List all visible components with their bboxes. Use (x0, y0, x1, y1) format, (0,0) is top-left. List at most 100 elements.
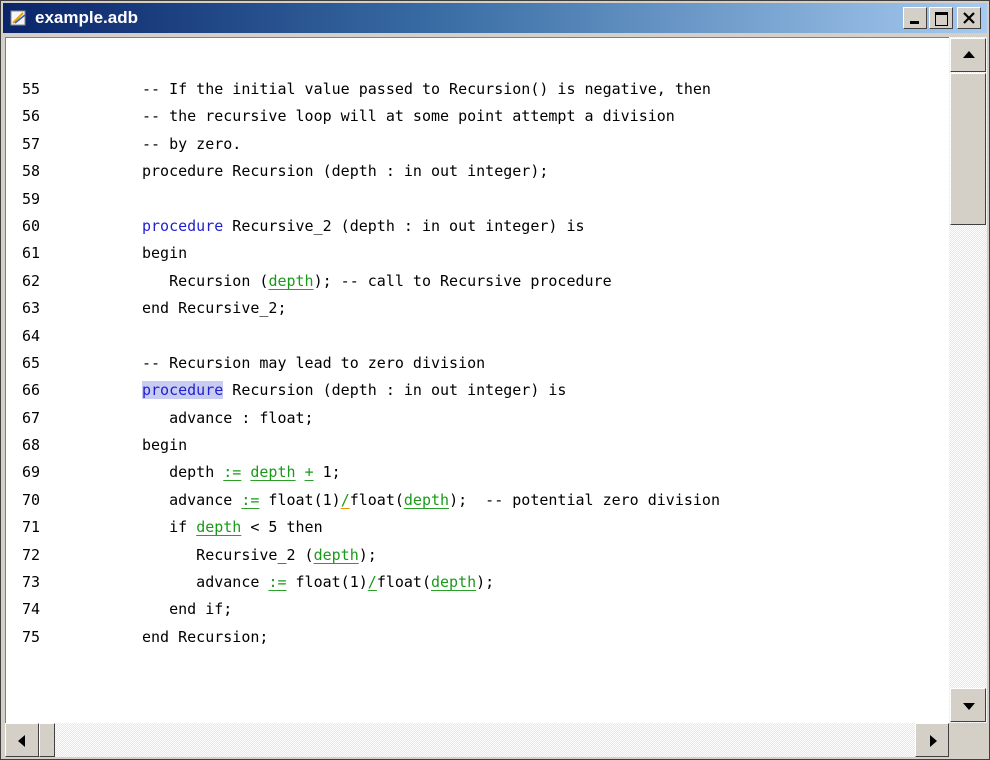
keyword-token: procedure (142, 381, 224, 400)
code-token: begin (142, 436, 188, 455)
code-token: if (142, 518, 197, 537)
code-token: -- the recursive loop will at some point… (142, 107, 675, 126)
scroll-right-button[interactable] (915, 723, 949, 757)
code-token: ); (476, 573, 495, 592)
code-text: -- Recursion may lead to zero division (142, 350, 485, 377)
checked-token: depth (403, 490, 450, 509)
code-text: procedure Recursion (depth : in out inte… (142, 377, 566, 404)
file-icon (9, 9, 29, 27)
code-token: float( (376, 573, 431, 592)
arrow-down-icon (963, 703, 975, 710)
code-token: float( (349, 490, 404, 509)
title-bar[interactable]: example.adb (3, 3, 987, 33)
checked-token: depth (431, 573, 477, 592)
code-line: 65 -- Recursion may lead to zero division (6, 350, 950, 377)
arrow-up-icon (963, 51, 975, 58)
window-title: example.adb (35, 8, 138, 27)
checked-token: depth (250, 463, 296, 482)
code-line: 71 if depth < 5 then (6, 514, 950, 541)
maximize-icon (935, 12, 948, 26)
code-text: end Recursion; (142, 624, 268, 651)
checked-token: + (304, 463, 314, 482)
code-token: ); -- call to Recursive procedure (313, 271, 612, 290)
scroll-down-button[interactable] (950, 688, 986, 722)
checked-token: depth (196, 518, 242, 537)
code-token: float(1) (259, 490, 341, 509)
line-number: 68 (22, 436, 41, 455)
line-number: 72 (22, 545, 41, 564)
checked-token: := (268, 573, 287, 592)
code-text: Recursion (depth); -- call to Recursive … (142, 268, 612, 295)
code-token: end Recursive_2; (142, 299, 287, 318)
line-number: 57 (22, 134, 41, 153)
code-token: advance (142, 490, 242, 509)
checked-token: := (241, 490, 260, 509)
code-line: 69 depth := depth + 1; (6, 459, 950, 486)
code-line: 56 -- the recursive loop will at some poi… (6, 103, 950, 130)
checked-token: / (367, 573, 377, 592)
scroll-up-button[interactable] (950, 38, 986, 72)
close-button[interactable] (957, 7, 981, 29)
scroll-thumb[interactable] (950, 73, 986, 225)
code-line: 55 -- If the initial value passed to Recu… (6, 76, 950, 103)
code-line: 74 end if; (6, 596, 950, 623)
code-token: advance : float; (142, 408, 314, 427)
code-token: end Recursion; (142, 627, 269, 646)
checked-token: depth (268, 271, 314, 290)
arrow-left-icon (18, 735, 25, 747)
line-number: 67 (22, 408, 41, 427)
scroll-thumb-horizontal[interactable] (39, 723, 55, 757)
code-token: -- Recursion may lead to zero division (142, 353, 486, 372)
code-line: 72 Recursive_2 (depth); (6, 542, 950, 569)
code-text: advance := float(1)/float(depth); (142, 569, 494, 596)
line-number: 75 (22, 627, 41, 646)
line-number: 58 (22, 162, 41, 181)
code-line: 59 (6, 186, 950, 213)
line-number: 73 (22, 573, 41, 592)
line-number: 64 (22, 326, 41, 345)
code-token: advance (142, 573, 269, 592)
code-editor[interactable]: 55 -- If the initial value passed to Recu… (5, 37, 950, 724)
line-number: 63 (22, 299, 41, 318)
code-token: Recursive_2 (depth : in out integer) is (223, 216, 585, 235)
code-text: begin (142, 240, 187, 267)
code-text: -- by zero. (142, 131, 241, 158)
code-token: -- by zero. (142, 134, 242, 153)
code-text: begin (142, 432, 187, 459)
code-line: 63 end Recursive_2; (6, 295, 950, 322)
line-number: 55 (22, 80, 41, 98)
code-token: -- If the initial value passed to Recurs… (142, 80, 711, 98)
vertical-scrollbar[interactable] (949, 37, 987, 723)
minimize-icon (910, 21, 919, 24)
code-line: 67 advance : float; (6, 405, 950, 432)
code-text: procedure Recursion (depth : in out inte… (142, 158, 548, 185)
warning-token: / (340, 490, 350, 509)
minimize-button[interactable] (903, 7, 927, 29)
code-token: < 5 then (241, 518, 323, 537)
line-number: 74 (22, 600, 41, 619)
code-text: procedure Recursive_2 (depth : in out in… (142, 213, 585, 240)
code-text: advance : float; (142, 405, 314, 432)
code-line: 75 end Recursion; (6, 624, 950, 651)
maximize-button[interactable] (929, 7, 953, 29)
code-text: end if; (142, 596, 232, 623)
code-line: 68 begin (6, 432, 950, 459)
code-token: ); (358, 545, 377, 564)
checked-token: := (223, 463, 242, 482)
code-token: ); -- potential zero division (449, 490, 720, 509)
line-number: 56 (22, 107, 41, 126)
code-token: depth (142, 463, 224, 482)
keyword-token: procedure (142, 216, 224, 235)
code-text: if depth < 5 then (142, 514, 323, 541)
line-number: 69 (22, 463, 41, 482)
line-number: 70 (22, 490, 41, 509)
line-number: 71 (22, 518, 41, 537)
code-line: 61 begin (6, 240, 950, 267)
line-number: 59 (22, 189, 41, 208)
code-line: 60 procedure Recursive_2 (depth : in out … (6, 213, 950, 240)
scroll-left-button[interactable] (5, 723, 39, 757)
code-text: -- If the initial value passed to Recurs… (142, 76, 711, 103)
code-token: end if; (142, 600, 233, 619)
horizontal-scrollbar[interactable] (5, 723, 949, 757)
